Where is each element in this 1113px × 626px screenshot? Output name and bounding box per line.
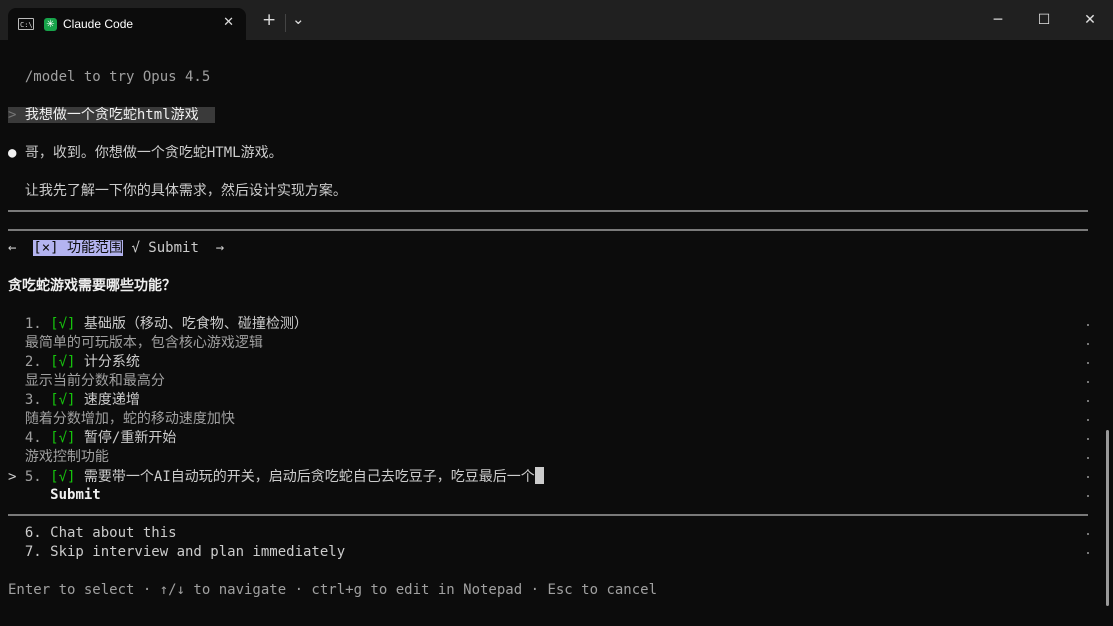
claude-asterisk-icon: ✳ [44, 17, 57, 31]
option-3-desc: 随着分数增加，蛇的移动速度加快 [24, 411, 235, 427]
tab-dropdown-icon[interactable]: ⌄ [292, 9, 305, 29]
scrollbar[interactable] [1106, 430, 1109, 606]
text-cursor [534, 467, 544, 484]
option-1-desc: 最简单的可玩版本，包含核心游戏逻辑 [24, 335, 263, 351]
assistant-reply-1: ● 哥，收到。你想做一个贪吃蛇HTML游戏。 [8, 145, 283, 161]
submit-option[interactable]: Submit [8, 486, 101, 505]
terminal-icon: C:\ [18, 18, 34, 30]
footer-hint: Enter to select · ↑/↓ to navigate · ctrl… [8, 582, 658, 598]
tab-feature-scope[interactable]: [×] 功能范围 [33, 240, 124, 256]
question-nav: ← [×] 功能范围 √ Submit → [8, 239, 224, 258]
checkbox-checked[interactable]: [√] [50, 316, 75, 332]
divider [8, 210, 1088, 212]
option-2[interactable]: 2. [√] 计分系统 [8, 353, 140, 372]
new-tab-button[interactable]: + [262, 10, 276, 30]
option-6[interactable]: 6. Chat about this [8, 524, 177, 543]
selection-pointer: > [8, 469, 17, 485]
bullet-icon: ● [8, 145, 17, 161]
checkbox-checked[interactable]: [√] [50, 392, 75, 408]
user-prompt-block: > 我想做一个贪吃蛇html游戏 [8, 107, 216, 123]
option-4-desc: 游戏控制功能 [24, 449, 109, 465]
question-title: 贪吃蛇游戏需要哪些功能？ [8, 278, 176, 294]
tab-title: Claude Code [63, 17, 134, 31]
assistant-reply-2: 让我先了解一下你的具体需求，然后设计实现方案。 [24, 183, 347, 199]
right-edge-mark [1087, 533, 1089, 535]
nav-left-icon[interactable]: ← [8, 240, 16, 256]
maximize-button[interactable]: ☐ [1029, 8, 1059, 32]
titlebar-divider [285, 14, 286, 32]
option-5-custom-input[interactable]: > 5. [√] 需要带一个AI自动玩的开关，启动后贪吃蛇自己去吃豆子，吃豆最后… [8, 467, 544, 486]
nav-right-icon[interactable]: → [216, 240, 224, 256]
minimize-button[interactable]: ─ [983, 8, 1013, 32]
tab-submit[interactable]: √ Submit [131, 240, 198, 256]
divider [8, 514, 1088, 516]
right-edge-mark [1087, 381, 1089, 383]
model-hint: /model to try Opus 4.5 [24, 69, 211, 85]
custom-option-text[interactable]: 需要带一个AI自动玩的开关，启动后贪吃蛇自己去吃豆子，吃豆最后一个 [84, 469, 535, 485]
user-prompt-line: > 我想做一个贪吃蛇html游戏 [8, 106, 216, 125]
right-edge-mark [1087, 457, 1089, 459]
tab-close-icon[interactable]: ✕ [223, 14, 234, 30]
right-edge-mark [1087, 343, 1089, 345]
right-edge-mark [1087, 400, 1089, 402]
right-edge-mark [1087, 552, 1089, 554]
right-edge-mark [1087, 419, 1089, 421]
option-3[interactable]: 3. [√] 速度递增 [8, 391, 140, 410]
right-edge-mark [1087, 495, 1089, 497]
right-edge-mark [1087, 476, 1089, 478]
title-bar: C:\ ✳ Claude Code ✕ + ⌄ ─ ☐ ✕ [0, 0, 1113, 40]
option-4[interactable]: 4. [√] 暂停/重新开始 [8, 429, 176, 448]
close-window-button[interactable]: ✕ [1075, 8, 1105, 32]
tab-claude-code[interactable]: C:\ ✳ Claude Code ✕ [8, 8, 246, 40]
option-1[interactable]: 1. [√] 基础版（移动、吃食物、碰撞检测） [8, 315, 308, 334]
checkbox-checked[interactable]: [√] [50, 469, 75, 485]
right-edge-mark [1087, 362, 1089, 364]
option-7[interactable]: 7. Skip interview and plan immediately [8, 543, 345, 562]
right-edge-mark [1087, 324, 1089, 326]
divider [8, 229, 1088, 231]
right-edge-mark [1087, 438, 1089, 440]
option-2-desc: 显示当前分数和最高分 [24, 373, 165, 389]
checkbox-checked[interactable]: [√] [50, 354, 75, 370]
checkbox-checked[interactable]: [√] [50, 430, 75, 446]
